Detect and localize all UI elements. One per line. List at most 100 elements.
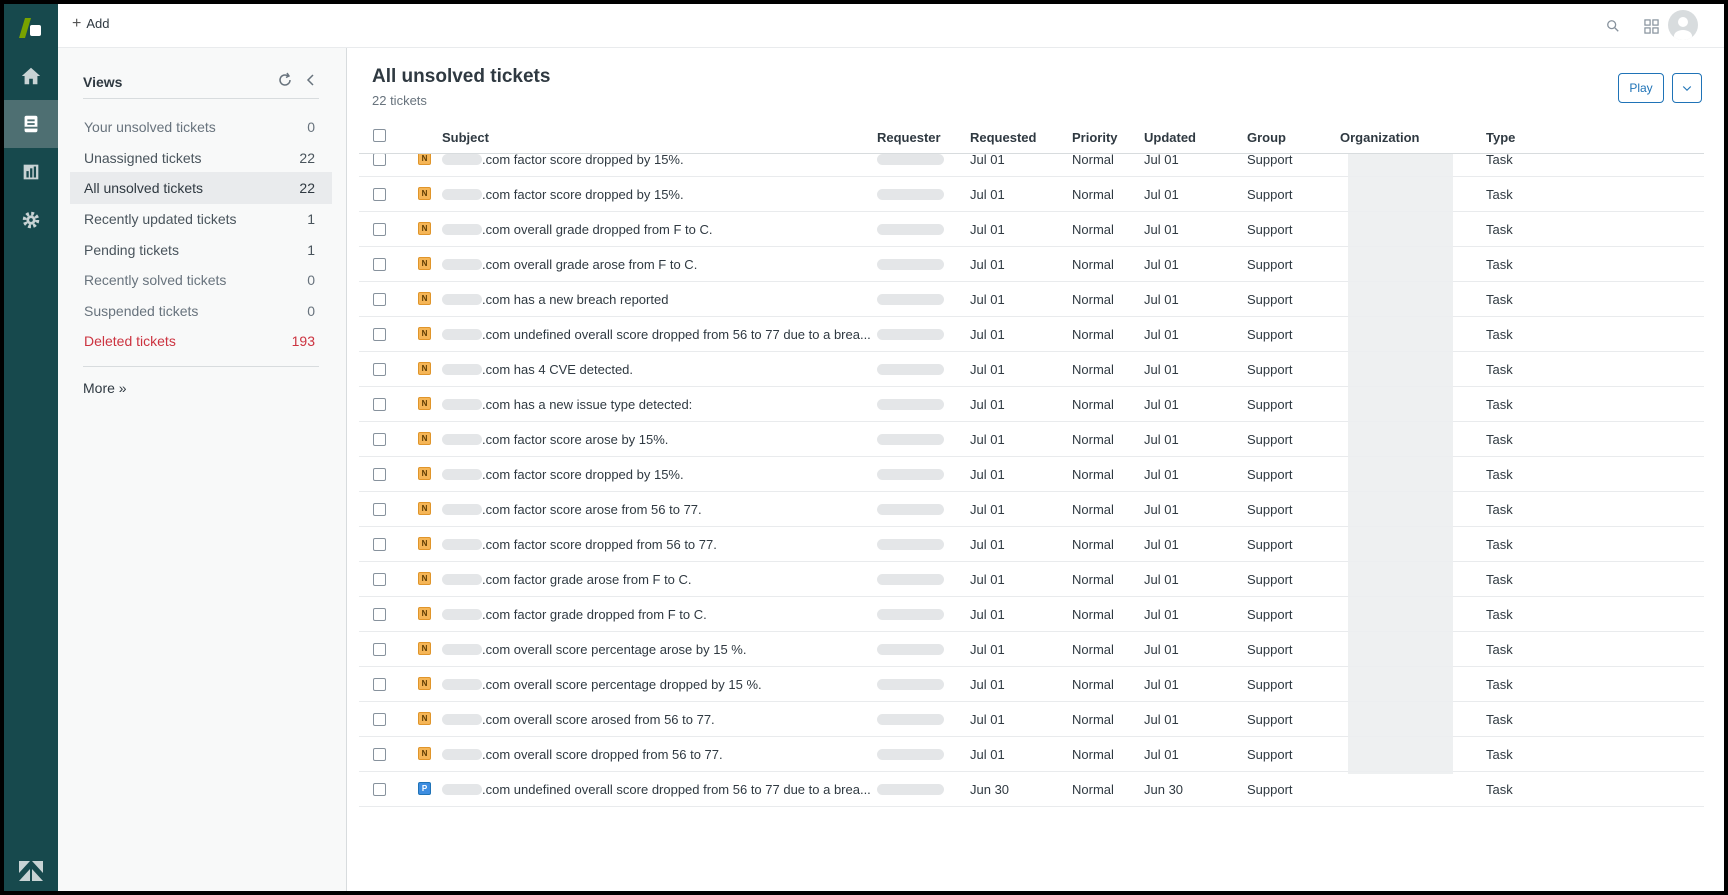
- row-checkbox[interactable]: [373, 188, 386, 201]
- row-checkbox[interactable]: [373, 363, 386, 376]
- ticket-requested: Jul 01: [970, 572, 1005, 587]
- table-row[interactable]: N .com has a new breach reported Jul 01 Nor…: [359, 282, 1704, 317]
- column-organization[interactable]: Organization: [1340, 130, 1419, 145]
- table-row[interactable]: N .com factor score arose by 15%. Jul 01 No…: [359, 422, 1704, 457]
- zendesk-logo-icon[interactable]: [19, 861, 43, 881]
- row-checkbox[interactable]: [373, 293, 386, 306]
- row-checkbox[interactable]: [373, 573, 386, 586]
- select-all-checkbox[interactable]: [373, 129, 386, 142]
- column-subject[interactable]: Subject: [442, 130, 489, 145]
- view-your-unsolved-tickets[interactable]: Your unsolved tickets 0: [70, 111, 332, 143]
- view-pending-tickets[interactable]: Pending tickets 1: [70, 234, 332, 266]
- column-updated[interactable]: Updated: [1144, 130, 1196, 145]
- table-row[interactable]: N .com factor grade dropped from F to C. J…: [359, 597, 1704, 632]
- ticket-subject[interactable]: .com overall score percentage dropped by…: [482, 677, 762, 692]
- row-checkbox[interactable]: [373, 223, 386, 236]
- tickets-icon[interactable]: [4, 100, 58, 148]
- ticket-subject[interactable]: .com undefined overall score dropped fro…: [482, 782, 871, 797]
- status-badge: N: [418, 572, 431, 585]
- ticket-requested: Jun 30: [970, 782, 1010, 797]
- ticket-subject[interactable]: .com has a new issue type detected:: [482, 397, 692, 412]
- play-button[interactable]: Play: [1618, 73, 1664, 103]
- table-row[interactable]: N .com overall score percentage arose by …: [359, 632, 1704, 667]
- row-checkbox[interactable]: [373, 608, 386, 621]
- ticket-subject[interactable]: .com overall grade dropped from F to C.: [482, 222, 713, 237]
- ticket-subject[interactable]: .com overall score dropped from 56 to 77…: [482, 747, 723, 762]
- row-checkbox[interactable]: [373, 643, 386, 656]
- product-logo-icon[interactable]: [13, 10, 49, 46]
- ticket-subject[interactable]: .com overall score percentage arose by 1…: [482, 642, 746, 657]
- row-checkbox[interactable]: [373, 503, 386, 516]
- view-suspended-tickets[interactable]: Suspended tickets 0: [70, 295, 332, 327]
- column-group[interactable]: Group: [1247, 130, 1286, 145]
- ticket-updated: Jul 01: [1144, 467, 1179, 482]
- ticket-updated: Jul 01: [1144, 432, 1179, 447]
- ticket-subject[interactable]: .com factor score arose by 15%.: [482, 432, 668, 447]
- row-checkbox[interactable]: [373, 328, 386, 341]
- ticket-subject[interactable]: .com factor grade dropped from F to C.: [482, 607, 707, 622]
- ticket-group: Support: [1247, 537, 1293, 552]
- row-checkbox[interactable]: [373, 433, 386, 446]
- row-checkbox[interactable]: [373, 748, 386, 761]
- ticket-subject[interactable]: .com factor grade arose from F to C.: [482, 572, 692, 587]
- ticket-subject[interactable]: .com factor score dropped by 15%.: [482, 187, 684, 202]
- row-checkbox[interactable]: [373, 258, 386, 271]
- ticket-subject[interactable]: .com has 4 CVE detected.: [482, 362, 633, 377]
- ticket-subject[interactable]: .com overall score arosed from 56 to 77.: [482, 712, 715, 727]
- column-priority[interactable]: Priority: [1072, 130, 1118, 145]
- ticket-subject[interactable]: .com factor score arose from 56 to 77.: [482, 502, 702, 517]
- home-icon[interactable]: [4, 52, 58, 100]
- view-options-dropdown-button[interactable]: [1672, 73, 1702, 103]
- view-unassigned-tickets[interactable]: Unassigned tickets 22: [70, 142, 332, 174]
- add-button[interactable]: + Add: [72, 15, 109, 31]
- requester-redacted: [877, 364, 944, 375]
- ticket-subject[interactable]: .com factor score dropped by 15%.: [482, 467, 684, 482]
- view-deleted-tickets[interactable]: Deleted tickets 193: [70, 325, 332, 357]
- table-row[interactable]: N .com factor score dropped by 15%. Jul 01…: [359, 177, 1704, 212]
- ticket-subject[interactable]: .com undefined overall score dropped fro…: [482, 327, 871, 342]
- column-type[interactable]: Type: [1486, 130, 1515, 145]
- table-row[interactable]: N .com factor score dropped by 15%. Jul 01…: [359, 154, 1704, 177]
- row-checkbox[interactable]: [373, 154, 386, 166]
- row-checkbox[interactable]: [373, 783, 386, 796]
- table-row[interactable]: N .com factor score dropped by 15%. Jul 01…: [359, 457, 1704, 492]
- ticket-subject[interactable]: .com overall grade arose from F to C.: [482, 257, 697, 272]
- ticket-subject[interactable]: .com has a new breach reported: [482, 292, 668, 307]
- view-count: 193: [291, 333, 315, 349]
- ticket-requested: Jul 01: [970, 712, 1005, 727]
- user-avatar[interactable]: [1668, 10, 1698, 40]
- table-row[interactable]: P .com undefined overall score dropped fr…: [359, 772, 1704, 807]
- row-checkbox[interactable]: [373, 468, 386, 481]
- row-checkbox[interactable]: [373, 678, 386, 691]
- table-row[interactable]: N .com overall score arosed from 56 to 77…: [359, 702, 1704, 737]
- row-checkbox[interactable]: [373, 398, 386, 411]
- table-row[interactable]: N .com has 4 CVE detected. Jul 01 Normal Jul…: [359, 352, 1704, 387]
- table-row[interactable]: N .com overall grade dropped from F to C.…: [359, 212, 1704, 247]
- status-badge: N: [418, 677, 431, 690]
- column-requester[interactable]: Requester: [877, 130, 941, 145]
- reporting-icon[interactable]: [4, 148, 58, 196]
- table-row[interactable]: N .com factor score dropped from 56 to 77…: [359, 527, 1704, 562]
- view-recently-solved-tickets[interactable]: Recently solved tickets 0: [70, 264, 332, 296]
- table-row[interactable]: N .com undefined overall score dropped fr…: [359, 317, 1704, 352]
- table-row[interactable]: N .com has a new issue type detected: Jul …: [359, 387, 1704, 422]
- table-row[interactable]: N .com factor score arose from 56 to 77. J…: [359, 492, 1704, 527]
- table-row[interactable]: N .com factor grade arose from F to C. Jul…: [359, 562, 1704, 597]
- view-recently-updated-tickets[interactable]: Recently updated tickets 1: [70, 203, 332, 235]
- settings-gear-icon[interactable]: [4, 196, 58, 244]
- apps-grid-icon[interactable]: [1640, 15, 1662, 37]
- ticket-subject[interactable]: .com factor score dropped from 56 to 77.: [482, 537, 717, 552]
- row-checkbox[interactable]: [373, 713, 386, 726]
- row-checkbox[interactable]: [373, 538, 386, 551]
- search-icon[interactable]: [1602, 15, 1624, 37]
- table-row[interactable]: N .com overall score dropped from 56 to 7…: [359, 737, 1704, 772]
- table-row[interactable]: N .com overall grade arose from F to C. Ju…: [359, 247, 1704, 282]
- view-all-unsolved-tickets[interactable]: All unsolved tickets 22: [70, 172, 332, 204]
- more-views-link[interactable]: More »: [83, 380, 127, 396]
- column-requested[interactable]: Requested: [970, 130, 1036, 145]
- table-row[interactable]: N .com overall score percentage dropped b…: [359, 667, 1704, 702]
- ticket-updated: Jul 01: [1144, 502, 1179, 517]
- refresh-icon[interactable]: [277, 72, 293, 88]
- ticket-subject[interactable]: .com factor score dropped by 15%.: [482, 154, 684, 167]
- collapse-chevron-left-icon[interactable]: [303, 72, 319, 88]
